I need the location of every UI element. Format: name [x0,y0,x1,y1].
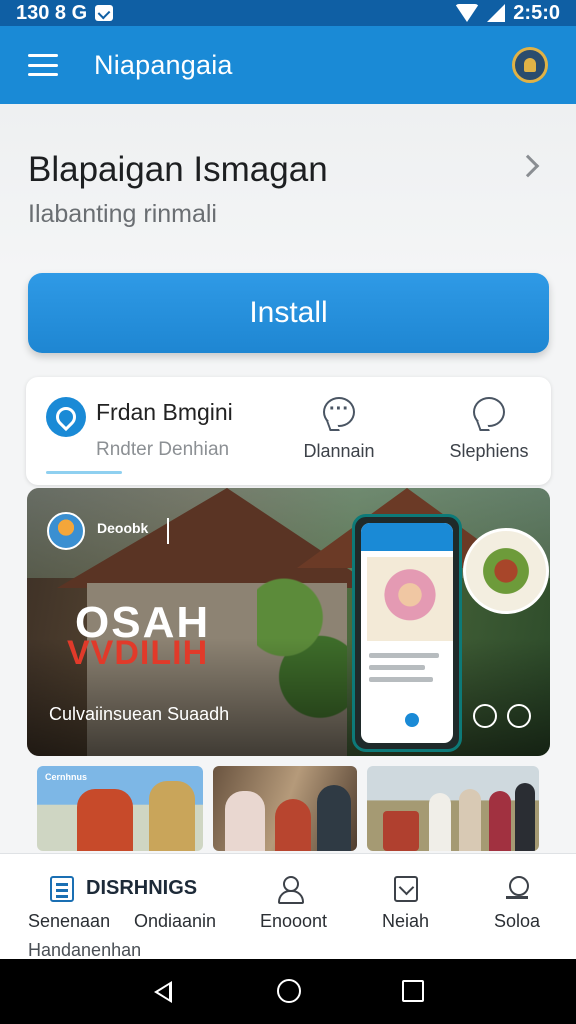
phone-photo [367,557,453,641]
hero-prev-icon[interactable] [473,704,497,728]
app-bar: Niapangaia [0,26,576,104]
chat-dots-icon [323,397,355,427]
phone-header [361,523,453,551]
status-left: 130 8 G [16,1,114,25]
tab-indicator [46,471,122,474]
nav-item-soloa[interactable]: Soloa [480,854,560,960]
notification-icon [95,5,114,21]
list-icon [50,876,74,902]
tab-dlannain[interactable]: Dlannain [284,397,394,467]
phone-text-line [369,665,425,670]
person-figure [459,789,481,851]
thumbnail-3[interactable] [367,766,539,851]
chat-icon [473,397,505,427]
hero-banner[interactable]: Deoobk OSAH VVDILIH Culvaiinsuean Suaadh [27,488,550,756]
chevron-right-icon[interactable] [516,154,540,178]
tab-main-subtitle: Rndter Denhian [96,439,230,460]
hero-next-icon[interactable] [507,704,531,728]
bottom-nav: DISRHNIGS Senenaan Handanenhan Ondiaanin… [0,853,576,960]
search-icon [506,876,530,902]
stall-image [383,811,419,851]
avatar-icon[interactable] [512,47,548,83]
tab-main[interactable]: Frdan Bmgini Rndter Denhian [46,397,296,467]
food-dish-image [463,528,549,614]
signal-icon [487,4,506,22]
nav-label: Neiah [382,911,430,931]
nav-item-neiah[interactable]: Neiah [370,854,450,960]
person-figure [149,781,195,851]
recents-icon[interactable] [402,980,424,1002]
tab-label: Slephiens [449,441,529,461]
install-button[interactable]: Install [28,273,549,353]
nav-label: Soloa [494,911,541,931]
brand-logo-icon [47,512,85,550]
wifi-icon [455,4,480,22]
phone-text-line [369,653,439,658]
status-bar: 130 8 G 2:5:0 [0,0,576,26]
app-title: Niapangaia [94,49,233,80]
person-figure [429,793,451,851]
page-title: Blapaigan Ismagan [28,150,328,189]
hero-brand: Deoobk [97,520,149,536]
person-figure [515,783,535,851]
home-icon[interactable] [277,979,301,1003]
status-left-text: 130 8 G [16,1,88,24]
person-figure [317,785,351,851]
nav-label: Ondiaanin [134,911,217,931]
divider [167,518,169,544]
hero-headline-bottom: VVDILIH [67,634,209,672]
nav-label: Senenaan [28,911,111,931]
person-figure [489,791,511,851]
hero-caption: Culvaiinsuean Suaadh [49,704,230,724]
phone-screen [361,523,453,743]
phone-mockup-image [352,514,462,752]
thumbnail-tag: Cernhnus [45,772,88,782]
bookmark-icon [394,876,418,902]
status-time: 2:5:0 [513,1,560,24]
nav-item-enooont[interactable]: Enooont [252,854,342,960]
phone-text-line [369,677,433,682]
person-figure [77,789,133,851]
tab-main-title: Frdan Bmgini [96,399,233,425]
thumbnail-1[interactable]: Cernhnus [37,766,203,851]
user-icon [278,876,304,904]
tab-slephiens[interactable]: Slephiens [434,397,544,467]
nav-extra-label: Handanenhan [28,940,142,960]
system-nav-bar [0,959,576,1024]
menu-icon[interactable] [28,54,58,76]
person-figure [275,799,311,851]
headline-section[interactable]: Blapaigan Ismagan Ilabanting rinmali [0,104,576,274]
nav-item-ondiaanin[interactable]: Ondiaanin [130,854,230,960]
status-right: 2:5:0 [455,2,560,25]
page-subtitle: Ilabanting rinmali [28,200,217,228]
phone-dot-icon [405,713,419,727]
app-screen: 130 8 G 2:5:0 Niapangaia Blapaigan Ismag… [0,0,576,1024]
tab-label: Dlannain [303,441,375,461]
thumbnail-2[interactable] [213,766,357,851]
person-figure [225,791,265,851]
back-icon[interactable] [154,981,172,1003]
pin-icon [46,397,86,437]
tab-card: Frdan Bmgini Rndter Denhian Dlannain Sle… [26,377,551,485]
nav-label: Enooont [260,911,328,931]
